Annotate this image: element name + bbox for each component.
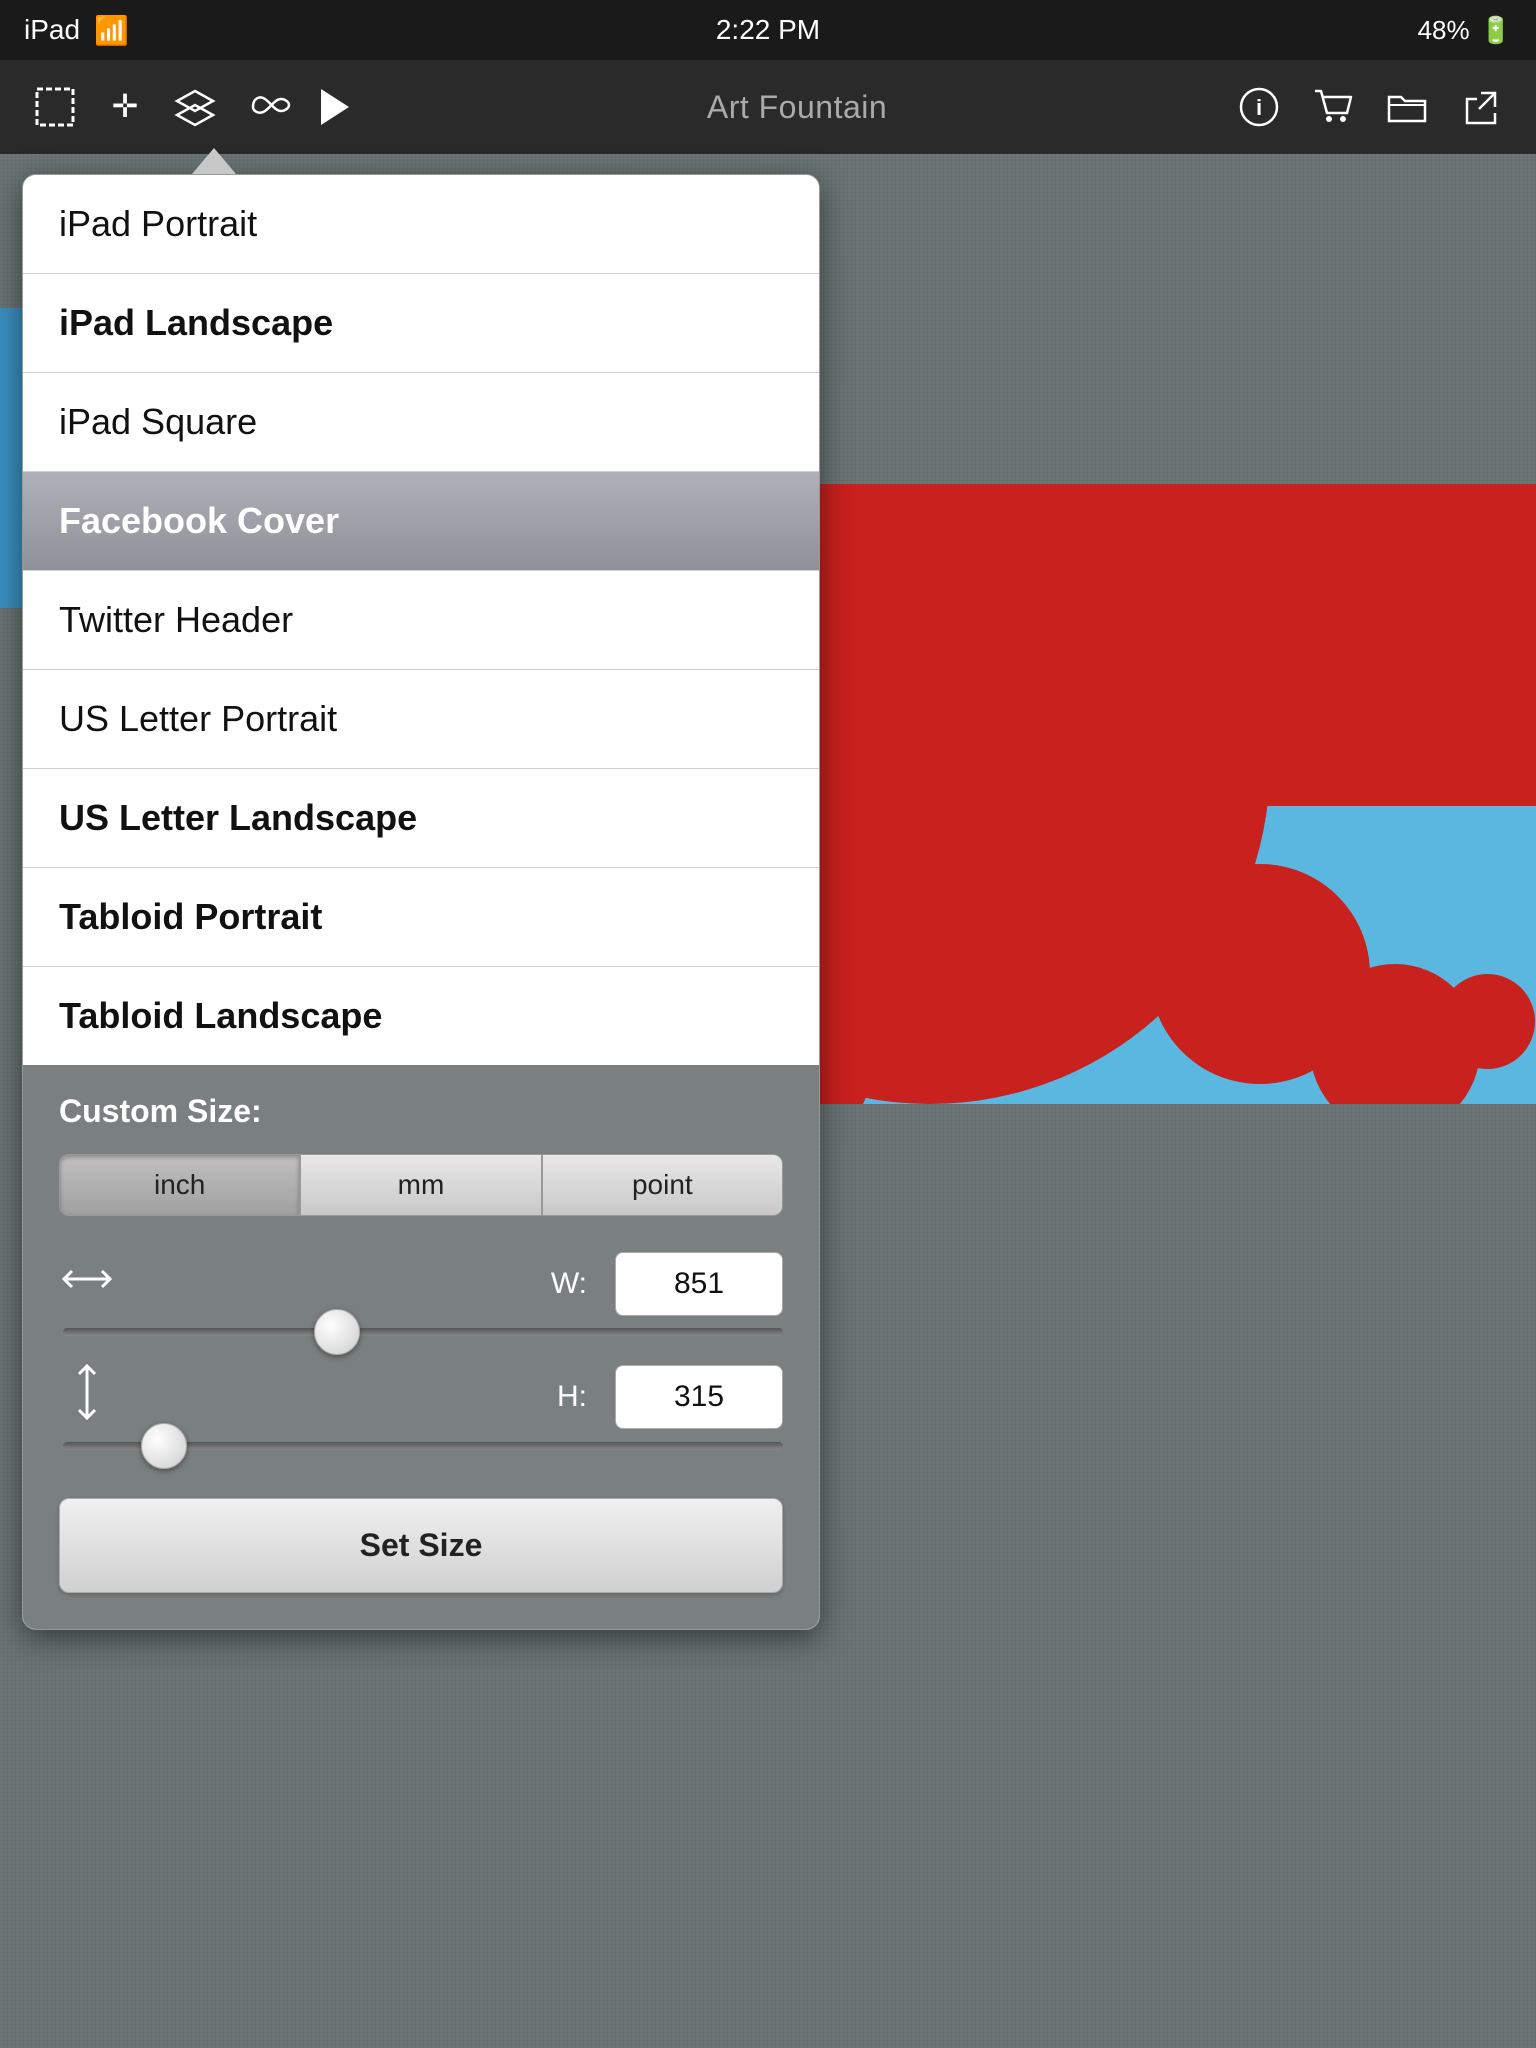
menu-item-facebook-cover[interactable]: Facebook Cover bbox=[23, 472, 819, 571]
unit-inch-button[interactable]: inch bbox=[59, 1154, 300, 1216]
svg-text:✛: ✛ bbox=[112, 88, 139, 124]
select-tool-icon[interactable] bbox=[20, 72, 90, 142]
status-bar: iPad 📶 2:22 PM 48% 🔋 bbox=[0, 0, 1536, 60]
menu-list: iPad Portrait iPad Landscape iPad Square… bbox=[23, 175, 819, 1065]
info-icon[interactable]: i bbox=[1224, 72, 1294, 142]
menu-item-ipad-landscape[interactable]: iPad Landscape bbox=[23, 274, 819, 373]
height-icon bbox=[59, 1364, 115, 1430]
height-input[interactable] bbox=[615, 1365, 783, 1429]
battery-icon: 🔋 bbox=[1480, 15, 1512, 46]
share-icon[interactable] bbox=[1446, 72, 1516, 142]
width-label: W: bbox=[551, 1267, 587, 1301]
battery-label: 48% bbox=[1418, 15, 1470, 46]
height-row: H: bbox=[59, 1364, 783, 1430]
menu-item-tabloid-landscape[interactable]: Tabloid Landscape bbox=[23, 967, 819, 1065]
menu-item-us-letter-portrait[interactable]: US Letter Portrait bbox=[23, 670, 819, 769]
app-title: Art Fountain bbox=[370, 89, 1224, 126]
dropdown-panel: iPad Portrait iPad Landscape iPad Square… bbox=[22, 174, 820, 1630]
unit-point-button[interactable]: point bbox=[542, 1154, 783, 1216]
menu-item-twitter-header[interactable]: Twitter Header bbox=[23, 571, 819, 670]
device-label: iPad bbox=[24, 14, 80, 46]
width-slider-thumb[interactable] bbox=[314, 1309, 360, 1355]
custom-size-section: Custom Size: inch mm point W: bbox=[23, 1065, 819, 1629]
width-icon bbox=[59, 1259, 115, 1309]
unit-button-group: inch mm point bbox=[59, 1154, 783, 1216]
dropdown-arrow bbox=[192, 148, 236, 174]
svg-text:i: i bbox=[1256, 95, 1262, 120]
set-size-button[interactable]: Set Size bbox=[59, 1498, 783, 1593]
play-icon[interactable] bbox=[300, 72, 370, 142]
width-input[interactable] bbox=[615, 1252, 783, 1316]
toolbar: ✛ Art Fountain i bbox=[0, 60, 1536, 154]
menu-item-ipad-portrait[interactable]: iPad Portrait bbox=[23, 175, 819, 274]
width-row: W: bbox=[59, 1252, 783, 1316]
width-slider-track[interactable] bbox=[63, 1328, 783, 1336]
height-slider-thumb[interactable] bbox=[141, 1423, 187, 1469]
layers-icon[interactable] bbox=[160, 72, 230, 142]
custom-size-title: Custom Size: bbox=[59, 1093, 783, 1130]
cart-icon[interactable] bbox=[1298, 72, 1368, 142]
width-slider-row bbox=[59, 1328, 783, 1336]
move-tool-icon[interactable]: ✛ bbox=[90, 72, 160, 142]
unit-mm-button[interactable]: mm bbox=[300, 1154, 541, 1216]
menu-item-ipad-square[interactable]: iPad Square bbox=[23, 373, 819, 472]
time-display: 2:22 PM bbox=[716, 14, 820, 45]
infinity-icon[interactable] bbox=[230, 72, 300, 142]
menu-item-us-letter-landscape[interactable]: US Letter Landscape bbox=[23, 769, 819, 868]
menu-item-tabloid-portrait[interactable]: Tabloid Portrait bbox=[23, 868, 819, 967]
height-slider-row bbox=[59, 1442, 783, 1450]
folder-icon[interactable] bbox=[1372, 72, 1442, 142]
height-label: H: bbox=[557, 1380, 587, 1414]
wifi-icon: 📶 bbox=[94, 14, 129, 47]
height-slider-track[interactable] bbox=[63, 1442, 783, 1450]
